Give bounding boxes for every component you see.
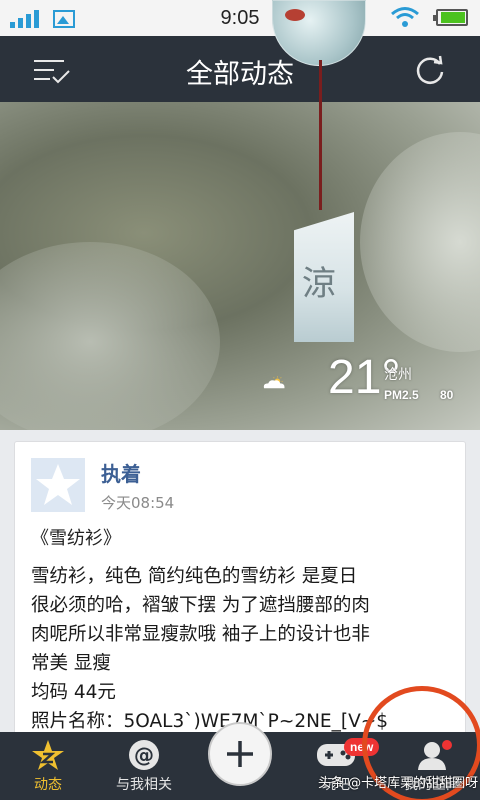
battery-icon (433, 9, 468, 26)
post-username[interactable]: 执着 (101, 458, 141, 487)
default-avatar-icon (31, 458, 85, 512)
svg-text:@: @ (134, 743, 154, 767)
city-name: 沧州 (384, 367, 412, 383)
post-line: 均码 44元 (31, 682, 116, 703)
pm-label: PM2.5 (384, 388, 419, 402)
partly-cloudy-icon (263, 376, 285, 389)
pm-value: 80 (440, 388, 454, 402)
post-line: 很必须的哈，褶皱下摆 为了遮挡腰部的肉 (31, 595, 370, 616)
refresh-icon[interactable] (414, 54, 446, 86)
plus-icon (227, 741, 253, 767)
watermark: 头条 @卡塔库栗的甜甜圈呀 (318, 776, 479, 791)
notification-dot (442, 740, 452, 750)
page-title: 全部动态 (186, 59, 294, 90)
feed-post-card[interactable]: 执着 今天08:54 《雪纺衫》 雪纺衫，纯色 简约纯色的雪纺衫 是夏日 很必须… (14, 441, 466, 741)
post-line: 雪纺衫，纯色 简约纯色的雪纺衫 是夏日 (31, 566, 358, 587)
app-header: 全部动态 (0, 36, 480, 102)
strip-text: 涼 (302, 264, 336, 304)
avatar[interactable] (31, 458, 85, 512)
star-icon (32, 740, 64, 770)
at-icon: @ (129, 740, 159, 770)
post-plus-button[interactable] (208, 722, 272, 786)
post-time: 今天08:54 (101, 494, 175, 512)
post-line: 常美 显瘦 (31, 653, 111, 674)
nav-label-feed: 动态 (34, 777, 62, 793)
status-bar: 9:05 (0, 0, 480, 36)
post-body: 雪纺衫，纯色 简约纯色的雪纺衫 是夏日 很必须的哈，褶皱下摆 为了遮挡腰部的肉 … (31, 562, 461, 736)
nav-item-mentions[interactable]: @ 与我相关 (96, 732, 192, 800)
nav-item-feed[interactable]: 动态 (0, 732, 96, 800)
post-line: 肉呢所以非常显瘦款哦 袖子上的设计也非 (31, 624, 370, 645)
post-title: 《雪纺衫》 (31, 528, 121, 549)
wifi-icon (391, 7, 419, 27)
nav-label-mentions: 与我相关 (116, 777, 172, 793)
new-badge: new (344, 738, 380, 756)
